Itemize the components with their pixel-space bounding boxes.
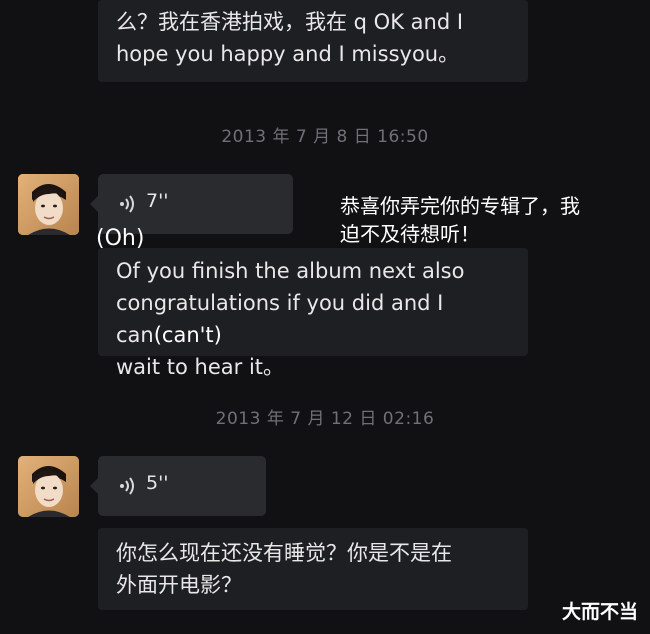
message-bubble[interactable]: Of you finish the album next also congra… [98,248,528,379]
voice-wave-icon [120,477,134,495]
message-text-line: 么？我在香港拍戏，我在 q OK and I [116,10,464,34]
message-text-line: wait to hear it。 [116,355,285,379]
message-text-line: congratulations if you did and I can(can… [116,287,510,351]
avatar[interactable] [18,174,79,235]
avatar[interactable] [18,456,79,517]
timestamp: 2013 年 7 月 8 日 16:50 [221,127,429,147]
timestamp: 2013 年 7 月 12 日 02:16 [215,409,435,429]
annotation-correction: (can't) [153,323,222,347]
annotation-translation: 恭喜你弄完你的专辑了，我 迫不及待想听！ [340,192,580,248]
message-text-line: 外面开电影？ [116,573,242,597]
message-text-line: Of you finish the album next also [116,259,465,283]
avatar-photo [18,456,79,517]
message-text-line: 你怎么现在还没有睡觉？你是不是在 [116,541,452,565]
annotation-line: 迫不及待想听！ [340,222,480,246]
watermark: 大而不当 [561,601,638,623]
annotation-oh: (Oh) [96,226,145,251]
voice-message-bubble[interactable]: 5'' [90,456,266,516]
message-bubble-top[interactable]: 么？我在香港拍戏，我在 q OK and I hope you happy an… [98,0,528,82]
voice-message-bubble[interactable]: 7'' [90,174,293,234]
voice-duration: 5'' [146,472,169,494]
voice-wave-icon [120,195,134,213]
annotation-line: 恭喜你弄完你的专辑了，我 [340,194,580,218]
message-text-line: hope you happy and I missyou。 [116,42,460,66]
voice-duration: 7'' [146,190,169,212]
avatar-photo [18,174,79,235]
message-bubble[interactable]: 你怎么现在还没有睡觉？你是不是在 外面开电影？ [98,528,528,610]
